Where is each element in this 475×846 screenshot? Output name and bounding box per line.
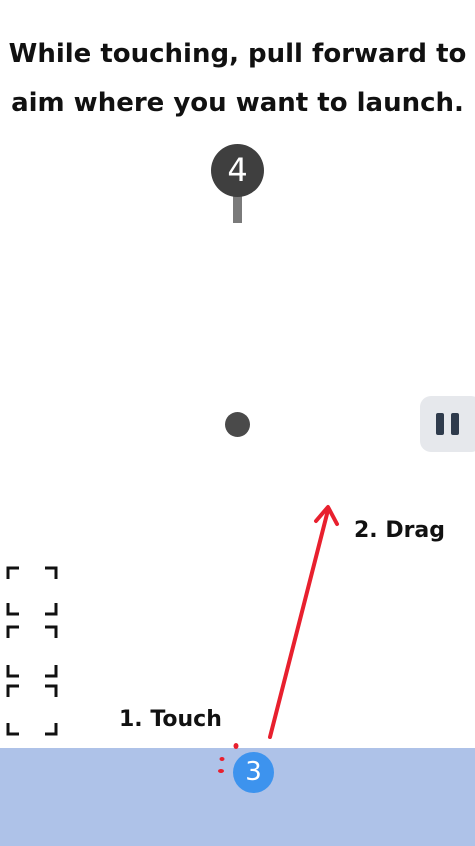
tutorial-step-touch: 1. Touch — [119, 707, 222, 732]
touch-marks — [218, 743, 239, 773]
tutorial-step-drag: 2. Drag — [354, 518, 446, 543]
drag-arrow-icon — [218, 505, 339, 773]
game-stage[interactable]: While touching, pull forward to aim wher… — [0, 0, 475, 846]
